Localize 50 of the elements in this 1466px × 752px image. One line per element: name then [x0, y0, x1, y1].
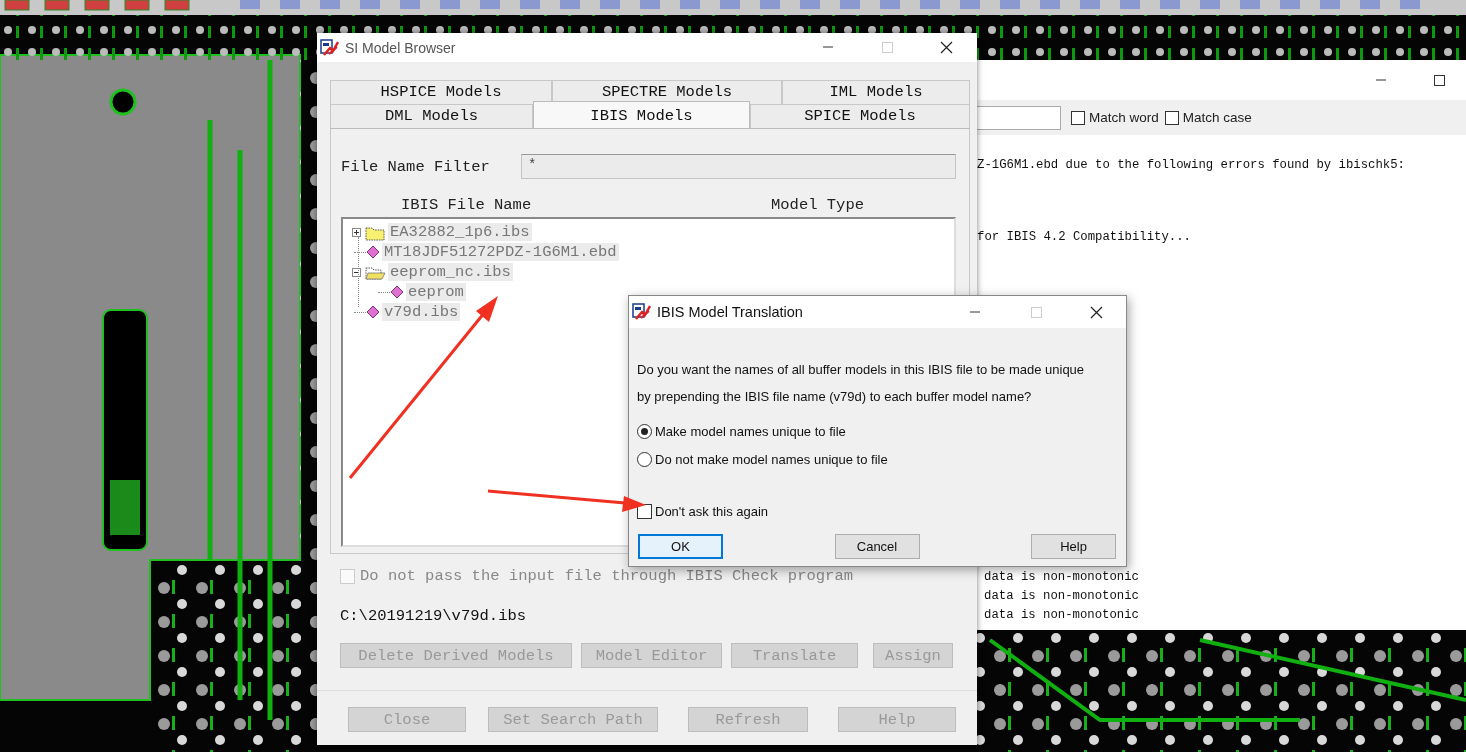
close-icon[interactable]	[1090, 305, 1103, 319]
message-text: Do you want the names of all buffer models in this IBIS file to be made unique	[637, 361, 1086, 379]
expander[interactable]	[352, 227, 361, 237]
log-line: data is non-monotonic	[983, 570, 1140, 584]
window-title: SI Model Browser	[345, 39, 457, 56]
radio-label: Make model names unique to file	[655, 424, 846, 439]
dialog-button[interactable]: Help	[1031, 534, 1116, 559]
column-header: IBIS File Name	[401, 196, 533, 216]
log-line: data is non-monotonic	[983, 589, 1140, 603]
tab[interactable]: HSPICE Models	[330, 80, 552, 104]
checkbox-label: Do not pass the input file through IBIS Check program	[360, 567, 853, 585]
app-icon	[320, 38, 339, 57]
field-label: File Name Filter	[341, 157, 491, 176]
window-title: IBIS Model Translation	[657, 304, 804, 320]
checkbox-label: Match case	[1182, 110, 1252, 125]
tab[interactable]: DML Models	[330, 104, 533, 128]
tab[interactable]: IBIS Models	[533, 101, 750, 128]
diamond-icon	[366, 245, 380, 259]
tree-item[interactable]: MT18JDF51272PDZ-1G6M1.ebd	[382, 243, 619, 261]
dialog-button[interactable]: OK	[638, 534, 723, 559]
diamond-icon	[390, 285, 404, 299]
filter-field[interactable]: *	[521, 154, 956, 179]
close-icon[interactable]	[940, 41, 953, 54]
checkbox-label: Don't ask this again	[655, 504, 769, 519]
tab[interactable]: SPECTRE Models	[552, 80, 782, 104]
app-icon	[632, 303, 651, 321]
log-line: data is non-monotonic	[983, 608, 1140, 622]
radio-button[interactable]	[637, 424, 652, 439]
column-header: Model Type	[771, 196, 864, 216]
tree-item[interactable]: eeprom	[406, 283, 466, 301]
checkbox[interactable]	[1164, 110, 1179, 125]
tab[interactable]: IML Models	[782, 80, 970, 104]
message-text: by prepending the IBIS file name (v79d) to each buffer model name?	[637, 388, 1033, 406]
radio-label: Do not make model names unique to file	[655, 452, 888, 467]
dialog-button[interactable]: Cancel	[834, 534, 920, 559]
radio-button[interactable]	[637, 452, 652, 467]
tree-item[interactable]: eeprom_nc.ibs	[388, 263, 513, 281]
log-line: Z-1G6M1.ebd due to the following errors found by ibischk5:	[976, 158, 1406, 172]
expander[interactable]	[352, 267, 361, 277]
tree-item[interactable]: EA32882_1p6.ibs	[388, 223, 532, 241]
log-line: for IBIS 4.2 Compatibility...	[976, 230, 1192, 244]
diamond-icon	[366, 305, 380, 319]
tab[interactable]: SPICE Models	[750, 104, 970, 128]
expander-sign-icon	[353, 228, 360, 236]
tree-item[interactable]: v79d.ibs	[382, 303, 461, 321]
checkbox[interactable]	[1071, 110, 1085, 125]
checkbox-label: Match word	[1089, 110, 1159, 125]
file-path: C:\20191219\v79d.ibs	[340, 607, 528, 625]
maximize-icon[interactable]	[1433, 73, 1446, 87]
search-field[interactable]	[975, 105, 1061, 130]
